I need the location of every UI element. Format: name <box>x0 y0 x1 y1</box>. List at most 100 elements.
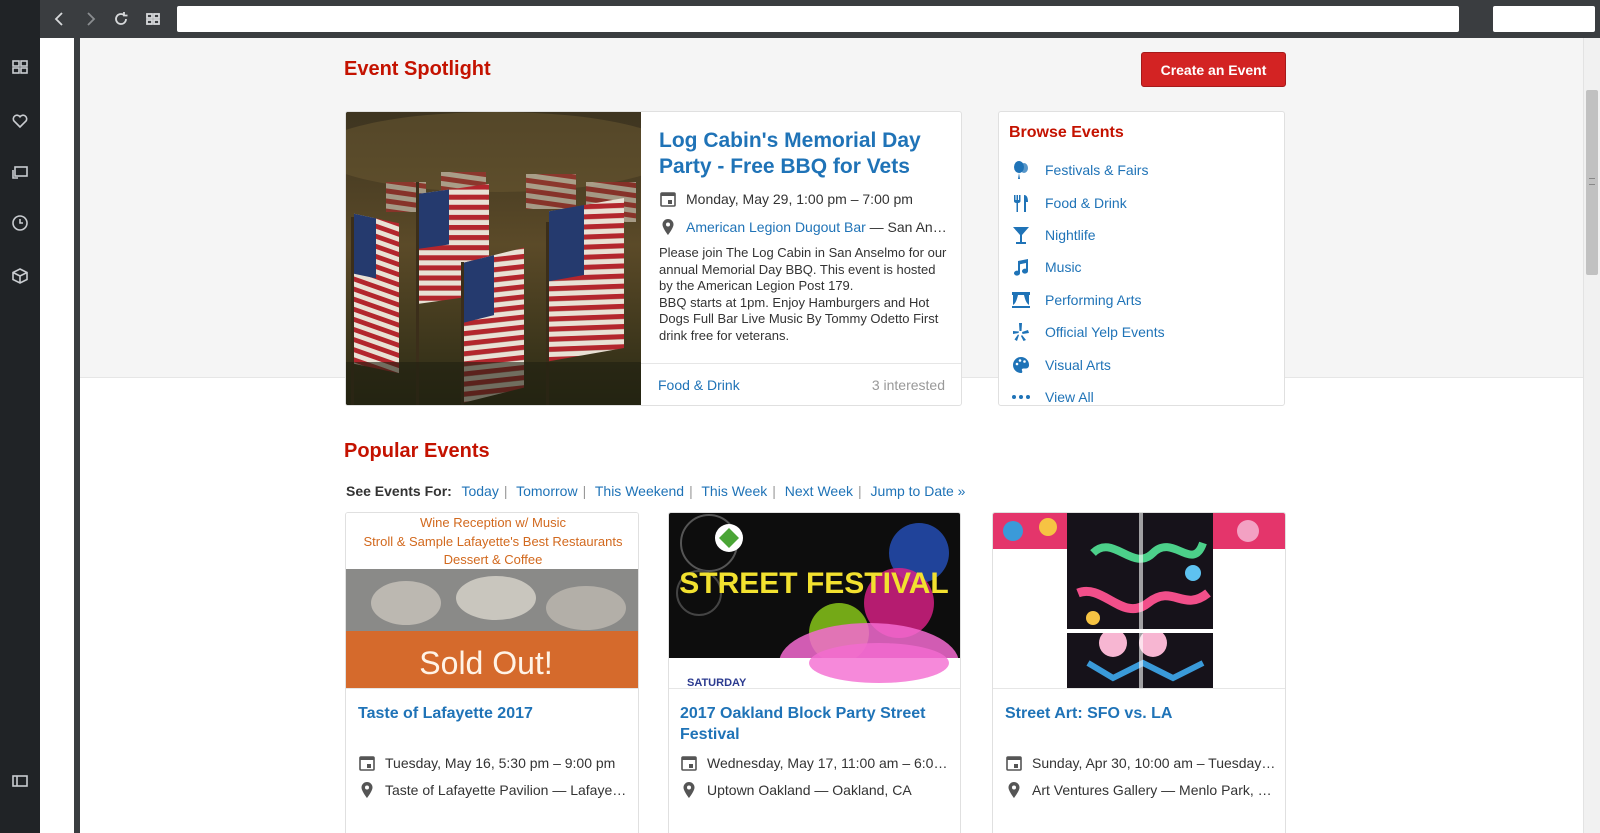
browse-label: View All <box>1045 388 1094 405</box>
browse-item-festivals[interactable]: Festivals & Fairs <box>1011 154 1165 186</box>
create-event-button[interactable]: Create an Event <box>1141 52 1286 87</box>
page-viewport: Event Spotlight Create an Event Log Cabi… <box>80 38 1583 833</box>
scrollbar-grip-icon <box>1589 178 1595 185</box>
event-date: Sunday, Apr 30, 10:00 am – Tuesday… <box>1032 755 1276 771</box>
filter-this-week[interactable]: This Week <box>701 483 767 499</box>
palette-icon <box>1013 356 1030 373</box>
event-title[interactable]: Street Art: SFO vs. LA <box>1005 703 1277 745</box>
filter-today[interactable]: Today <box>461 483 498 499</box>
reload-icon[interactable] <box>110 8 132 30</box>
spotlight-category-link[interactable]: Food & Drink <box>658 377 740 393</box>
forward-icon[interactable] <box>79 8 101 30</box>
event-image[interactable]: STREET FESTIVAL SATURDAY <box>669 513 960 689</box>
fork-knife-icon <box>1014 194 1028 212</box>
browse-events-panel: Browse Events Festivals & Fairs Food & D… <box>998 111 1285 406</box>
event-place: Art Ventures Gallery — Menlo Park, … <box>1032 782 1272 798</box>
image-text-line: Wine Reception w/ Music <box>420 515 566 530</box>
history-clock-icon[interactable] <box>8 211 32 235</box>
browse-events-title: Browse Events <box>1009 124 1124 141</box>
event-date-row: Sunday, Apr 30, 10:00 am – Tuesday… <box>1005 754 1277 772</box>
image-text-line: Stroll & Sample Lafayette's Best Restaur… <box>364 534 623 549</box>
browse-label: Visual Arts <box>1045 356 1111 373</box>
event-location-row: Art Ventures Gallery — Menlo Park, … <box>1005 781 1277 799</box>
map-pin-icon <box>1008 782 1020 798</box>
map-pin-icon <box>683 782 695 798</box>
browse-item-music[interactable]: Music <box>1011 251 1165 283</box>
cocktail-icon <box>1013 226 1029 244</box>
see-events-label: See Events For: <box>346 483 452 499</box>
back-icon[interactable] <box>49 8 71 30</box>
tab-grid-icon[interactable] <box>142 8 164 30</box>
address-bar[interactable] <box>177 6 1459 32</box>
spotlight-heading: Event Spotlight <box>344 58 491 80</box>
calendar-icon <box>1006 756 1022 771</box>
calendar-icon <box>681 756 697 771</box>
browser-toolbar <box>40 0 1600 38</box>
image-text-line: Sold Out! <box>419 645 552 681</box>
filter-tomorrow[interactable]: Tomorrow <box>516 483 577 499</box>
spotlight-description: Please join The Log Cabin in San Anselmo… <box>659 245 947 343</box>
event-location-row: Taste of Lafayette Pavilion — Lafaye… <box>358 781 630 799</box>
map-pin-icon <box>361 782 373 798</box>
browse-item-yelp-events[interactable]: Official Yelp Events <box>1011 316 1165 348</box>
event-title[interactable]: Taste of Lafayette 2017 <box>358 703 630 745</box>
stage-curtain-icon <box>1012 291 1030 308</box>
heart-icon[interactable] <box>8 109 32 133</box>
event-location-row: Uptown Oakland — Oakland, CA <box>680 781 952 799</box>
browser-web-panel <box>40 38 74 833</box>
event-card[interactable]: Wine Reception w/ Music Stroll & Sample … <box>345 512 639 833</box>
map-pin-icon <box>662 219 674 235</box>
extensions-cube-icon[interactable] <box>8 264 32 288</box>
image-text-line: STREET FESTIVAL <box>679 567 948 600</box>
image-text-line: SATURDAY <box>687 677 747 689</box>
spotlight-date-row: Monday, May 29, 1:00 pm – 7:00 pm <box>659 190 947 208</box>
filter-jump-to-date[interactable]: Jump to Date » <box>871 483 966 499</box>
spotlight-venue-link[interactable]: American Legion Dugout Bar <box>686 219 866 235</box>
browse-label: Festivals & Fairs <box>1045 162 1149 179</box>
browse-item-visual-arts[interactable]: Visual Arts <box>1011 348 1165 380</box>
calendar-icon <box>359 756 375 771</box>
event-place: Uptown Oakland — Oakland, CA <box>707 782 912 798</box>
popular-events-heading: Popular Events <box>344 440 490 462</box>
browse-label: Official Yelp Events <box>1045 324 1165 341</box>
yelp-burst-icon <box>1013 323 1029 342</box>
browse-item-performing-arts[interactable]: Performing Arts <box>1011 284 1165 316</box>
spotlight-city: — San An… <box>865 219 947 235</box>
interested-count: 3 interested <box>871 377 945 393</box>
event-image[interactable]: Wine Reception w/ Music Stroll & Sample … <box>346 513 638 689</box>
browser-search-field[interactable] <box>1493 6 1595 32</box>
balloons-icon <box>1014 161 1028 180</box>
spotlight-date: Monday, May 29, 1:00 pm – 7:00 pm <box>686 191 913 207</box>
event-card[interactable]: STREET FESTIVAL SATURDAY 2017 Oakland Bl… <box>668 512 961 833</box>
spotlight-card[interactable]: Log Cabin's Memorial Day Party - Free BB… <box>345 111 962 406</box>
event-card[interactable]: Street Art: SFO vs. LA Sunday, Apr 30, 1… <box>992 512 1286 833</box>
scrollbar-thumb[interactable] <box>1586 90 1598 275</box>
browser-side-rail <box>0 0 40 833</box>
event-place: Taste of Lafayette Pavilion — Lafaye… <box>385 782 627 798</box>
see-events-filter: See Events For: Today | Tomorrow | This We… <box>346 483 966 499</box>
image-text-line: Dessert & Coffee <box>444 552 543 567</box>
filter-this-weekend[interactable]: This Weekend <box>595 483 684 499</box>
browse-item-view-all[interactable]: View All <box>1011 381 1165 413</box>
more-dots-icon <box>1012 394 1030 399</box>
spotlight-footer: Food & Drink 3 interested <box>641 363 961 405</box>
event-image[interactable] <box>993 513 1285 689</box>
speed-dial-icon[interactable] <box>8 55 32 79</box>
event-date-row: Tuesday, May 16, 5:30 pm – 9:00 pm <box>358 754 630 772</box>
spotlight-image[interactable] <box>346 112 641 405</box>
filter-next-week[interactable]: Next Week <box>785 483 853 499</box>
event-date-row: Wednesday, May 17, 11:00 am – 6:0… <box>680 754 952 772</box>
music-note-icon <box>1014 259 1029 277</box>
browse-label: Nightlife <box>1045 226 1096 243</box>
browse-label: Food & Drink <box>1045 194 1127 211</box>
toggle-panel-icon[interactable] <box>8 769 32 793</box>
spotlight-event-title[interactable]: Log Cabin's Memorial Day Party - Free BB… <box>659 128 947 180</box>
browse-label: Performing Arts <box>1045 291 1142 308</box>
page-scrollbar[interactable] <box>1583 38 1600 833</box>
event-date: Tuesday, May 16, 5:30 pm – 9:00 pm <box>385 755 616 771</box>
browse-item-nightlife[interactable]: Nightlife <box>1011 219 1165 251</box>
tabs-icon[interactable] <box>8 160 32 184</box>
calendar-icon <box>660 192 676 207</box>
browse-item-food-drink[interactable]: Food & Drink <box>1011 186 1165 218</box>
event-title[interactable]: 2017 Oakland Block Party Street Festival <box>680 703 952 745</box>
